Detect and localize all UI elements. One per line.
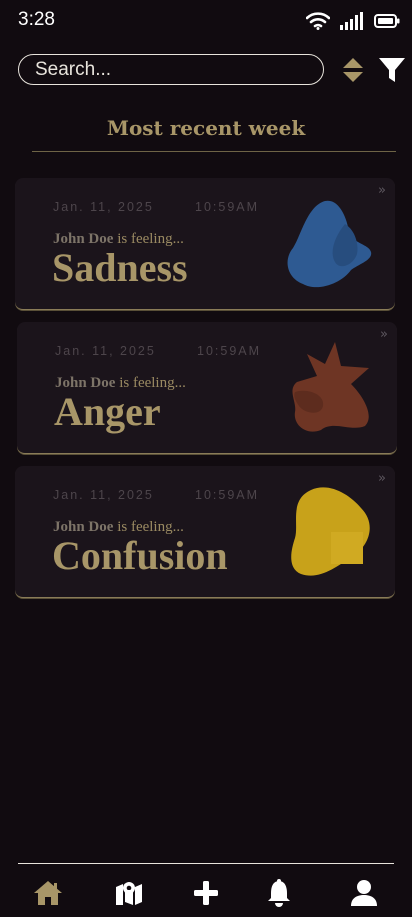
nav-profile[interactable] [348,878,380,908]
signal-icon [340,12,363,30]
nav-home[interactable] [32,878,64,908]
sort-icon[interactable] [342,57,364,83]
mood-entry-card[interactable]: » Jan. 11, 2025 10:59AM John Doe is feel… [15,178,395,310]
entry-date: Jan. 11, 2025 [53,200,154,214]
battery-icon [374,14,400,28]
status-icons [306,12,400,30]
mood-entry-card[interactable]: » Jan. 11, 2025 10:59AM John Doe is feel… [15,466,395,598]
mood-journal-screen: 3:28 Search... Most recent week » Jan. 1… [0,0,412,917]
entry-time: 10:59AM [195,200,260,214]
wifi-icon [306,12,330,30]
search-field[interactable] [18,54,324,85]
nav-map[interactable] [113,878,145,908]
plus-icon [194,881,218,905]
expand-chevron-icon[interactable]: » [378,471,386,486]
nav-notifications[interactable] [263,878,295,908]
sadness-blob-icon [287,200,372,288]
home-icon [34,881,62,905]
emotion-label: Sadness [52,245,188,290]
map-icon [116,882,142,905]
entry-date: Jan. 11, 2025 [53,488,154,502]
anger-blob-icon [292,342,369,432]
status-bar: 3:28 [0,0,412,42]
filter-icon[interactable] [379,57,405,83]
bell-icon [268,879,290,907]
entry-date: Jan. 11, 2025 [55,344,156,358]
section-divider [32,151,396,152]
emotion-label: Anger [54,389,161,434]
search-input[interactable] [19,55,323,84]
section-title: Most recent week [106,116,306,140]
emotion-label: Confusion [52,533,228,578]
confusion-blob-icon [291,487,370,576]
nav-add[interactable] [190,878,222,908]
status-time: 3:28 [18,9,55,30]
expand-chevron-icon[interactable]: » [380,327,388,342]
mood-entry-card[interactable]: » Jan. 11, 2025 10:59AM John Doe is feel… [17,322,397,454]
entry-time: 10:59AM [195,488,260,502]
bottom-nav [0,864,412,917]
entry-time: 10:59AM [197,344,262,358]
user-icon [351,880,377,906]
expand-chevron-icon[interactable]: » [378,183,386,198]
